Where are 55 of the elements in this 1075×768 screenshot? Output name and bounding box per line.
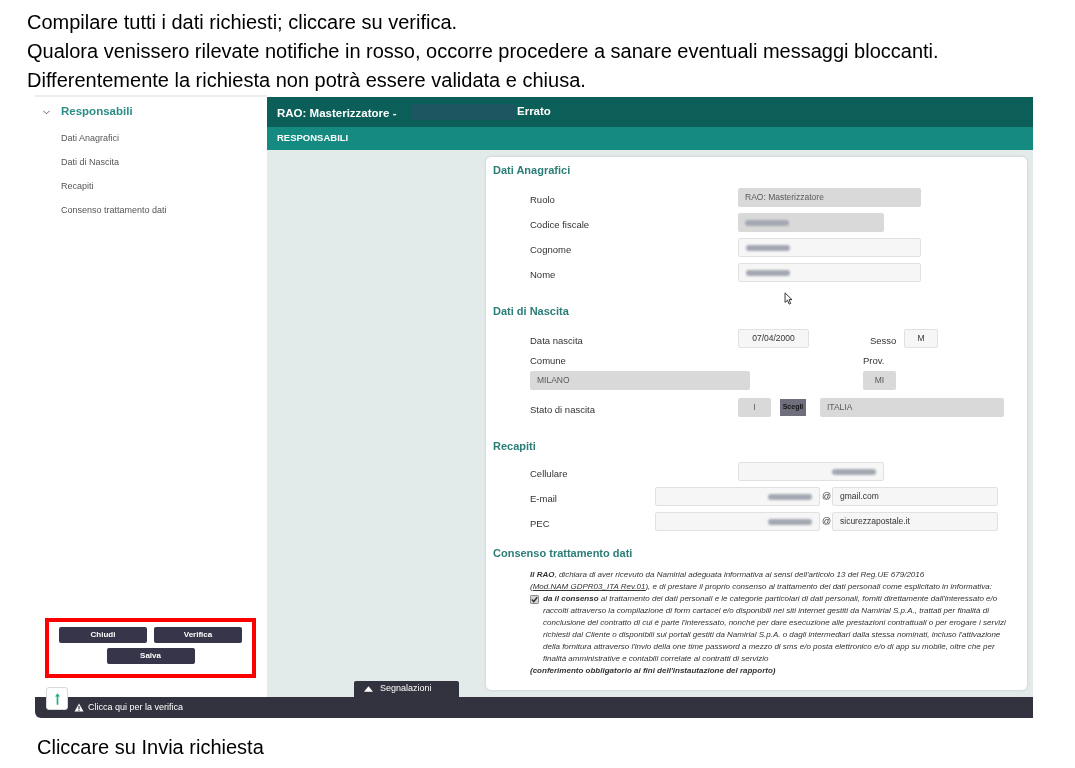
chevron-icon[interactable] xyxy=(43,109,50,115)
warning-icon xyxy=(74,703,84,712)
input-field[interactable] xyxy=(655,487,820,506)
verify-link[interactable]: Clicca qui per la verifica xyxy=(88,700,184,715)
input-field[interactable]: sicurezzapostale.it xyxy=(832,512,998,531)
field-label: E-mail xyxy=(530,492,557,504)
notifications-tab[interactable]: Segnalazioni xyxy=(354,681,459,697)
sidebar-item[interactable]: Dati Anagrafici xyxy=(61,132,120,146)
save-button[interactable]: Salva xyxy=(106,648,195,664)
triangle-up-icon xyxy=(364,686,373,692)
input-field[interactable] xyxy=(738,238,921,257)
field-label: Codice fiscale xyxy=(530,218,590,230)
field-label: Cellulare xyxy=(530,467,568,479)
status-text: Errato xyxy=(517,104,551,120)
closing-text: Cliccare su Invia richiesta xyxy=(36,735,265,760)
sidebar-item[interactable]: Consenso trattamento dati xyxy=(61,204,167,218)
section-title[interactable]: Responsabili xyxy=(61,103,133,121)
document-link[interactable]: Mod.NAM GDPR03_ITA Rev.01 xyxy=(532,582,646,591)
field-label: Prov. xyxy=(863,355,885,366)
close-button[interactable]: Chiudi xyxy=(59,627,147,643)
scroll-top-button[interactable] xyxy=(46,687,68,710)
input-field[interactable]: gmail.com xyxy=(832,487,998,506)
field-label: Cognome xyxy=(530,243,572,255)
field-label: Stato di nascita xyxy=(530,403,595,415)
field-label: Nome xyxy=(530,268,556,280)
input-field[interactable] xyxy=(655,512,820,531)
instruction-text: Qualora venissero rilevate notifiche in rosso, occorre procedere a sanare eventuali messaggi bloccanti. xyxy=(27,39,940,64)
section-heading: Dati Anagrafici xyxy=(493,162,571,178)
section-heading: Recapiti xyxy=(493,438,536,454)
section-heading: Consenso trattamento dati xyxy=(493,545,633,561)
field-label: Ruolo xyxy=(530,193,555,205)
consent-statement: da il consenso al trattamento dei dati personali e le categorie particolari di dati personali, forniti direttamente dall'interessato e/o raccolti attraverso la compilazione di form cartacei e/o disponibili nei siti internet gestiti da Namirial S.p.A., trattati per finalità di conclusione del contratto di cui è parte l'interessato, nonché per dare esecuzione alle prestazioni contrattuali o per erogare i servizi richiesti dal Cliente o disponibili sui portali gestiti da Namirial S.p.A. o dagli intermediari dalla stessa nominati, incluso l'attivazione della fornitura attraverso l'invio della one time password a mezzo di sms e/o posta elettronico e/o di app su mobile, oltre che per finalità amministrative e contabili correlate ai contratti di servizio xyxy=(543,593,1007,665)
mouse-cursor-icon xyxy=(784,292,793,305)
instruction-text: Compilare tutti i dati richiesti; cliccare su verifica. xyxy=(27,10,459,35)
input-field[interactable]: M xyxy=(904,329,938,348)
consent-text: Il RAO, dichiara di aver ricevuto da Namirial adeguata informativa ai sensi dell'articolo 13 del Reg.UE 679/2016 (Mod.NAM GDPR03_ITA Rev.01), e di prestare il proprio consenso al trattamento dei dati personali come esplicitato in informativa: xyxy=(530,569,993,593)
arrow-up-icon xyxy=(54,692,60,705)
checkbox[interactable] xyxy=(530,594,539,604)
header-title: RAO: Masterizzatore - xyxy=(277,107,397,119)
consent-note: (conferimento obbligatorio ai fini dell'instautazione del rapporto) xyxy=(530,665,777,677)
input-field[interactable] xyxy=(738,263,921,282)
sidebar-item[interactable]: Dati di Nascita xyxy=(61,156,120,170)
at-sign: @ xyxy=(822,489,830,503)
instruction-text: Differentemente la richiesta non potrà essere validata e chiusa. xyxy=(27,68,587,93)
section-heading: Dati di Nascita xyxy=(493,303,569,319)
at-sign: @ xyxy=(822,514,830,528)
field-label: PEC xyxy=(530,517,550,529)
sidebar-item[interactable]: Recapiti xyxy=(61,180,94,194)
field-label: Comune xyxy=(530,355,566,366)
field-label: Data nascita xyxy=(530,334,583,346)
subheader-title: RESPONSABILI xyxy=(277,131,349,146)
field-label: Sesso xyxy=(870,334,897,346)
verify-button[interactable]: Verifica xyxy=(154,627,242,643)
input-field[interactable] xyxy=(738,462,884,481)
input-field[interactable]: 07/04/2000 xyxy=(738,329,809,348)
